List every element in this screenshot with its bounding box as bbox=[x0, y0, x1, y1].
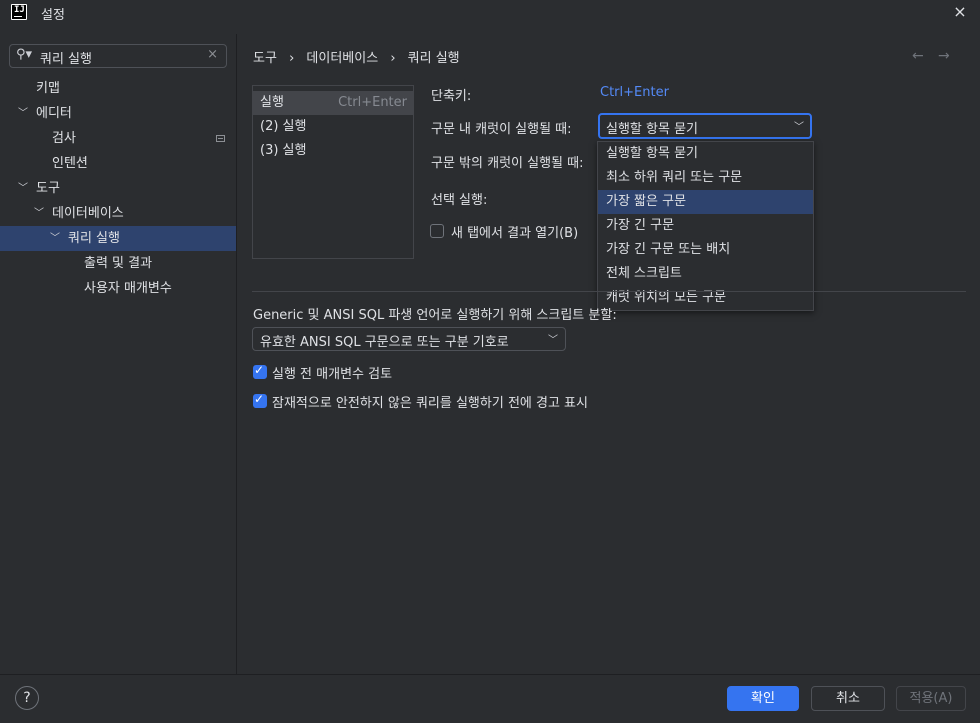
chevron-down-icon[interactable]: ﹀ bbox=[34, 201, 44, 226]
search-input[interactable]: 쿼리 실행 bbox=[40, 48, 92, 67]
breadcrumb-tools[interactable]: 도구 bbox=[253, 51, 277, 66]
sidebar-item-output-results[interactable]: 출력 및 결과 bbox=[0, 251, 236, 276]
script-split-label: Generic 및 ANSI SQL 파생 언어로 실행하기 위해 스크립트 분… bbox=[253, 308, 617, 323]
sidebar-item-inspections[interactable]: 검사 bbox=[0, 126, 236, 151]
chevron-down-icon[interactable]: ﹀ bbox=[50, 226, 60, 251]
chevron-down-icon[interactable]: ﹀ bbox=[18, 101, 28, 126]
action-item-label: (3) 실행 bbox=[260, 143, 307, 158]
caret-inside-combo[interactable]: 실행할 항목 묻기 ﹀ bbox=[598, 113, 812, 139]
review-params-label[interactable]: 실행 전 매개변수 검토 bbox=[272, 363, 392, 382]
combo-value: 실행할 항목 묻기 bbox=[606, 122, 698, 137]
action-item-label: 실행 bbox=[260, 95, 284, 110]
ok-button[interactable]: 확인 bbox=[727, 686, 799, 711]
sidebar-item-editor[interactable]: ﹀ 에디터 bbox=[0, 101, 236, 126]
help-icon[interactable]: ? bbox=[15, 686, 39, 710]
new-tab-checkbox[interactable] bbox=[430, 224, 444, 238]
sidebar-item-label: 쿼리 실행 bbox=[68, 231, 120, 246]
dropdown-option-highlighted[interactable]: 가장 짧은 구문 bbox=[598, 190, 813, 214]
combo-value: 유효한 ANSI SQL 구문으로 또는 구분 기호로 bbox=[260, 335, 509, 350]
dropdown-option[interactable]: 실행할 항목 묻기 bbox=[598, 142, 813, 166]
caret-inside-dropdown: 실행할 항목 묻기 최소 하위 쿼리 또는 구문 가장 짧은 구문 가장 긴 구… bbox=[597, 141, 814, 311]
intellij-app-icon: IJ bbox=[11, 4, 27, 20]
action-item-execute-3[interactable]: (3) 실행 bbox=[253, 139, 413, 163]
new-tab-label[interactable]: 새 탭에서 결과 열기(B) bbox=[451, 222, 578, 241]
clear-search-icon[interactable]: × bbox=[207, 47, 218, 62]
dropdown-option[interactable]: 가장 긴 구문 또는 배치 bbox=[598, 238, 813, 262]
project-scope-icon bbox=[216, 135, 225, 142]
breadcrumb-database[interactable]: 데이터베이스 bbox=[306, 51, 378, 66]
dropdown-option[interactable]: 캐럿 위치의 모든 구문 bbox=[598, 286, 813, 310]
settings-search-field[interactable]: ⚲▾ 쿼리 실행 × bbox=[9, 44, 227, 68]
breadcrumb: 도구 › 데이터베이스 › 쿼리 실행 bbox=[253, 47, 460, 66]
shortcut-link[interactable]: Ctrl+Enter bbox=[600, 85, 669, 100]
forward-arrow-icon[interactable]: → bbox=[938, 48, 950, 64]
settings-sidebar: ⚲▾ 쿼리 실행 × 키맵 ﹀ 에디터 검사 인텐션 ﹀ 도구 ﹀ 데이터베이스… bbox=[0, 34, 236, 674]
sidebar-item-label: 키맵 bbox=[36, 81, 60, 96]
chevron-down-icon: ﹀ bbox=[794, 122, 804, 133]
sidebar-item-label: 에디터 bbox=[36, 106, 72, 121]
sidebar-item-label: 데이터베이스 bbox=[52, 206, 124, 221]
cancel-button[interactable]: 취소 bbox=[811, 686, 885, 711]
close-icon[interactable]: × bbox=[948, 1, 972, 25]
apply-button[interactable]: 적용(A) bbox=[896, 686, 966, 711]
caret-outside-label: 구문 밖의 캐럿이 실행될 때: bbox=[431, 156, 584, 171]
unsafe-warning-label[interactable]: 잠재적으로 안전하지 않은 쿼리를 실행하기 전에 경고 표시 bbox=[272, 392, 588, 411]
action-item-shortcut: Ctrl+Enter bbox=[338, 95, 407, 110]
unsafe-warning-checkbox[interactable] bbox=[253, 392, 267, 408]
shortcut-label: 단축키: bbox=[431, 89, 472, 104]
caret-inside-label: 구문 내 캐럿이 실행될 때: bbox=[431, 122, 572, 137]
sidebar-divider[interactable] bbox=[236, 34, 237, 674]
window-title: 설정 bbox=[41, 8, 65, 23]
title-bar: IJ 설정 × bbox=[0, 0, 980, 26]
sidebar-item-intentions[interactable]: 인텐션 bbox=[0, 151, 236, 176]
sidebar-item-label: 도구 bbox=[36, 181, 60, 196]
review-params-checkbox[interactable] bbox=[253, 363, 267, 379]
breadcrumb-separator: › bbox=[289, 51, 295, 66]
section-separator bbox=[252, 291, 966, 292]
sidebar-item-tools[interactable]: ﹀ 도구 bbox=[0, 176, 236, 201]
sidebar-item-label: 출력 및 결과 bbox=[84, 256, 153, 271]
script-split-combo[interactable]: 유효한 ANSI SQL 구문으로 또는 구분 기호로 ﹀ bbox=[252, 327, 566, 351]
dropdown-option[interactable]: 전체 스크립트 bbox=[598, 262, 813, 286]
sidebar-item-label: 검사 bbox=[52, 131, 76, 146]
selection-label: 선택 실행: bbox=[431, 193, 488, 208]
back-arrow-icon[interactable]: ← bbox=[912, 48, 924, 64]
sidebar-item-user-parameters[interactable]: 사용자 매개변수 bbox=[0, 276, 236, 301]
dropdown-option[interactable]: 가장 긴 구문 bbox=[598, 214, 813, 238]
breadcrumb-separator: › bbox=[390, 51, 396, 66]
chevron-down-icon[interactable]: ﹀ bbox=[18, 176, 28, 201]
action-item-label: (2) 실행 bbox=[260, 119, 307, 134]
search-icon[interactable]: ⚲▾ bbox=[16, 47, 32, 62]
action-item-execute[interactable]: 실행 Ctrl+Enter bbox=[253, 91, 413, 115]
sidebar-item-label: 사용자 매개변수 bbox=[84, 281, 172, 296]
sidebar-item-label: 인텐션 bbox=[52, 156, 88, 171]
sidebar-item-keymap[interactable]: 키맵 bbox=[0, 76, 236, 101]
dropdown-option[interactable]: 최소 하위 쿼리 또는 구문 bbox=[598, 166, 813, 190]
execute-action-list: 실행 Ctrl+Enter (2) 실행 (3) 실행 bbox=[252, 85, 414, 259]
breadcrumb-query-execution: 쿼리 실행 bbox=[407, 51, 460, 66]
sidebar-item-query-execution[interactable]: ﹀ 쿼리 실행 bbox=[0, 226, 236, 251]
chevron-down-icon: ﹀ bbox=[548, 335, 558, 346]
sidebar-item-database[interactable]: ﹀ 데이터베이스 bbox=[0, 201, 236, 226]
action-item-execute-2[interactable]: (2) 실행 bbox=[253, 115, 413, 139]
